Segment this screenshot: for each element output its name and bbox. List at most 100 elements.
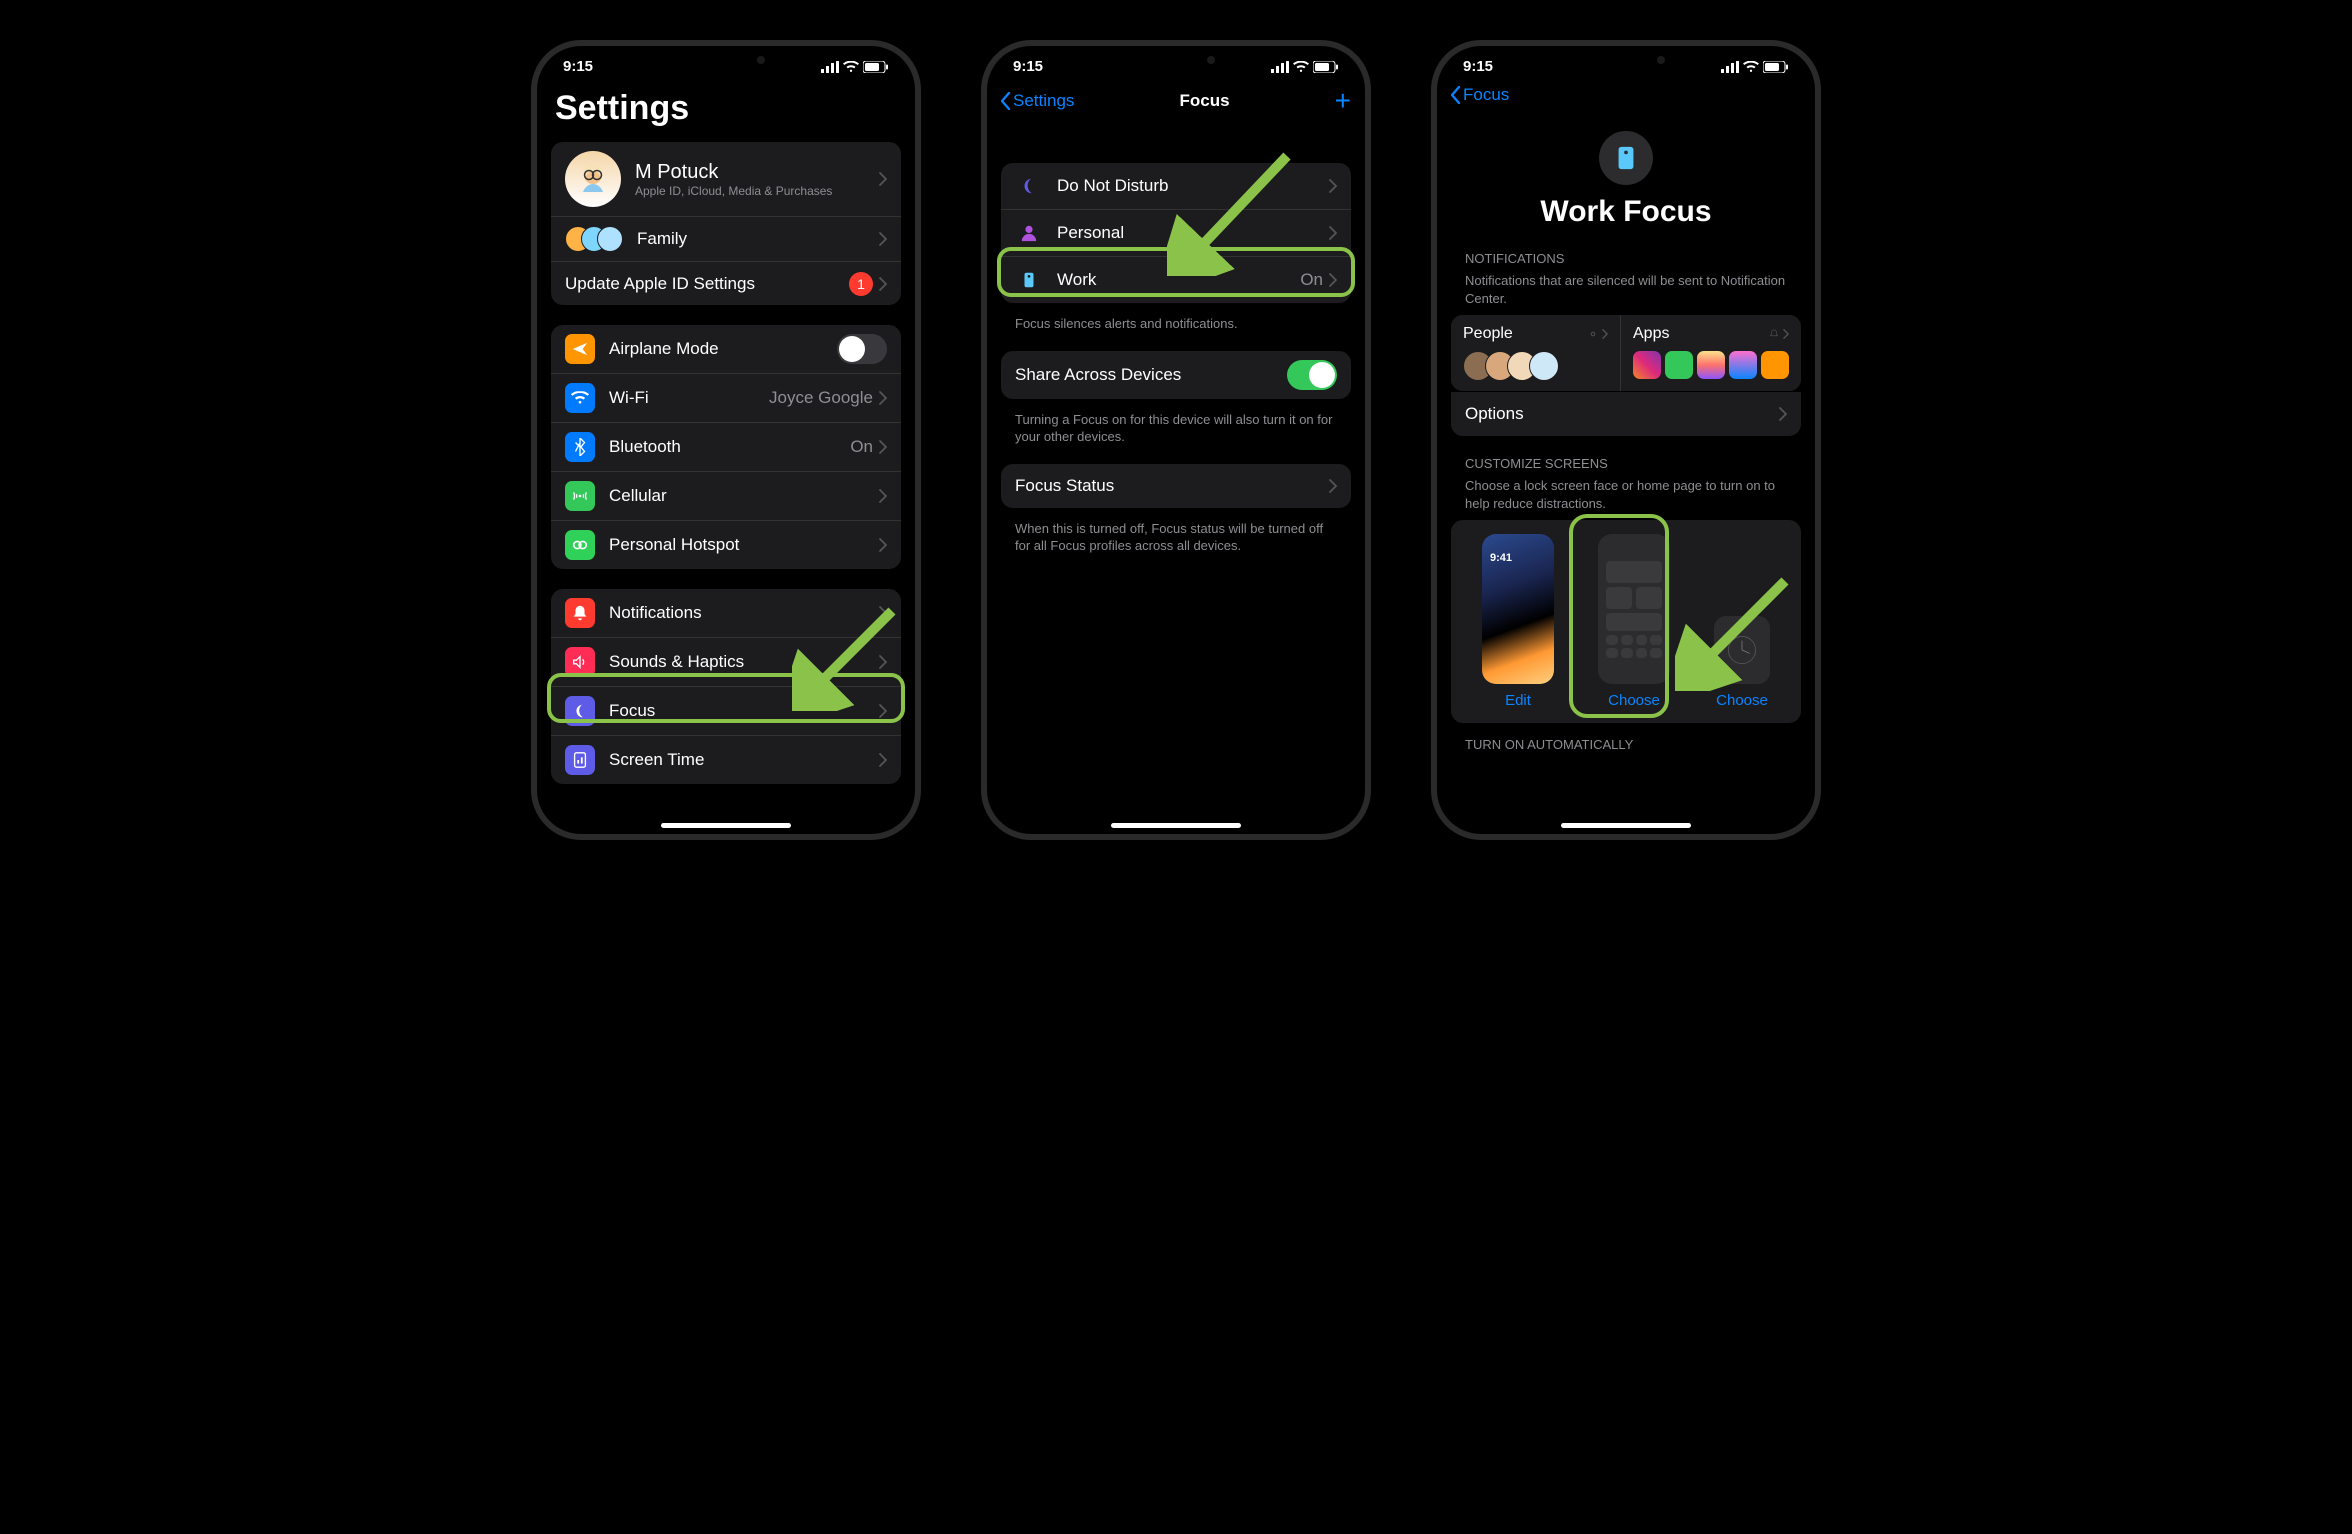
battery-icon: [1313, 61, 1339, 73]
bluetooth-icon: [565, 432, 595, 462]
home-indicator[interactable]: [1111, 823, 1241, 828]
chevron-right-icon: [879, 277, 887, 291]
notch: [1101, 46, 1251, 74]
annotation-arrow: [792, 601, 902, 711]
work-focus-header-icon: [1599, 131, 1653, 185]
notch: [651, 46, 801, 74]
back-label: Settings: [1013, 91, 1074, 111]
choose-watch-label[interactable]: Choose: [1716, 692, 1768, 709]
wifi-value: Joyce Google: [769, 388, 873, 408]
bell-slash-icon: [1768, 328, 1780, 340]
profile-group: M Potuck Apple ID, iCloud, Media & Purch…: [551, 142, 901, 305]
customize-head: CUSTOMIZE SCREENS: [1451, 456, 1801, 477]
chevron-right-icon: [1329, 179, 1337, 193]
chevron-right-icon: [879, 538, 887, 552]
screentime-label: Screen Time: [609, 750, 879, 770]
phone-focus-list: 9:15 Settings Focus + Do Not Disturb: [981, 40, 1371, 840]
back-button[interactable]: Focus: [1451, 85, 1509, 105]
gear-icon: [1587, 328, 1599, 340]
hotspot-label: Personal Hotspot: [609, 535, 879, 555]
airplane-toggle[interactable]: [837, 334, 887, 364]
chevron-right-icon: [1783, 329, 1789, 339]
bluetooth-label: Bluetooth: [609, 437, 850, 457]
airplane-icon: [565, 334, 595, 364]
notifications-icon: [565, 598, 595, 628]
chevron-right-icon: [1779, 407, 1787, 421]
cellular-label: Cellular: [609, 486, 879, 506]
nav-title: Focus: [1180, 91, 1230, 111]
home-screen-preview[interactable]: Choose: [1598, 534, 1670, 709]
lock-time-label: 9:41: [1490, 552, 1512, 564]
people-apps-row: People Apps: [1451, 315, 1801, 391]
hotspot-row[interactable]: Personal Hotspot: [551, 520, 901, 569]
customize-desc: Choose a lock screen face or home page t…: [1451, 477, 1801, 520]
wifi-label: Wi-Fi: [609, 388, 769, 408]
focus-status-row[interactable]: Focus Status: [1001, 464, 1351, 508]
screentime-row[interactable]: Screen Time: [551, 735, 901, 784]
notifications-desc: Notifications that are silenced will be …: [1451, 272, 1801, 315]
battery-icon: [1763, 61, 1789, 73]
family-row[interactable]: Family: [551, 216, 901, 261]
share-group: Share Across Devices: [1001, 351, 1351, 399]
focus-icon: [565, 696, 595, 726]
signal-icon: [821, 61, 839, 73]
share-row[interactable]: Share Across Devices: [1001, 351, 1351, 399]
edit-label[interactable]: Edit: [1505, 692, 1531, 709]
page-title: Settings: [551, 79, 901, 142]
badge-count: 1: [849, 272, 873, 296]
auto-head: TURN ON AUTOMATICALLY: [1451, 737, 1801, 758]
annotation-arrow: [1675, 571, 1795, 691]
family-label: Family: [637, 229, 879, 249]
phone-work-focus: 9:15 Focus Work Focus NOTIFICATIONS Noti…: [1431, 40, 1821, 840]
choose-home-label[interactable]: Choose: [1608, 692, 1660, 709]
share-toggle[interactable]: [1287, 360, 1337, 390]
profile-name: M Potuck: [635, 161, 879, 184]
wifi-settings-icon: [565, 383, 595, 413]
options-group: Options: [1451, 392, 1801, 436]
work-value: On: [1300, 270, 1323, 290]
nav-header: Settings Focus +: [987, 79, 1365, 123]
people-tile[interactable]: People: [1451, 315, 1620, 391]
chevron-right-icon: [1329, 273, 1337, 287]
wifi-icon: [1293, 61, 1309, 73]
apps-tile[interactable]: Apps: [1621, 315, 1801, 391]
share-label: Share Across Devices: [1015, 365, 1287, 385]
apps-label: Apps: [1633, 325, 1669, 343]
home-indicator[interactable]: [1561, 823, 1691, 828]
family-avatars-icon: [565, 226, 623, 252]
airplane-label: Airplane Mode: [609, 339, 837, 359]
profile-row[interactable]: M Potuck Apple ID, iCloud, Media & Purch…: [551, 142, 901, 216]
add-focus-button[interactable]: +: [1335, 85, 1351, 117]
person-icon: [1015, 219, 1043, 247]
badge-icon: [1015, 266, 1043, 294]
options-row[interactable]: Options: [1451, 392, 1801, 436]
moon-icon: [1015, 172, 1043, 200]
modes-footer: Focus silences alerts and notifications.: [1001, 309, 1351, 351]
signal-icon: [1271, 61, 1289, 73]
annotation-arrow: [1167, 146, 1297, 276]
focus-status-group: Focus Status: [1001, 464, 1351, 508]
chevron-right-icon: [879, 391, 887, 405]
back-button[interactable]: Settings: [1001, 91, 1074, 111]
cellular-icon: [565, 481, 595, 511]
chevron-right-icon: [879, 172, 887, 186]
home-indicator[interactable]: [661, 823, 791, 828]
airplane-row[interactable]: Airplane Mode: [551, 325, 901, 373]
cellular-row[interactable]: Cellular: [551, 471, 901, 520]
bluetooth-value: On: [850, 437, 873, 457]
focus-status-label: Focus Status: [1015, 476, 1329, 496]
status-time: 9:15: [1013, 58, 1043, 75]
wifi-row[interactable]: Wi-Fi Joyce Google: [551, 373, 901, 422]
chevron-right-icon: [879, 440, 887, 454]
back-chevron-icon: [1001, 92, 1011, 110]
notifications-head: NOTIFICATIONS: [1451, 251, 1801, 272]
wifi-icon: [843, 61, 859, 73]
sounds-icon: [565, 647, 595, 677]
connectivity-group: Airplane Mode Wi-Fi Joyce Google Bluetoo…: [551, 325, 901, 569]
status-footer: When this is turned off, Focus status wi…: [1001, 514, 1351, 573]
status-time: 9:15: [563, 58, 593, 75]
signal-icon: [1721, 61, 1739, 73]
bluetooth-row[interactable]: Bluetooth On: [551, 422, 901, 471]
update-apple-id-row[interactable]: Update Apple ID Settings 1: [551, 261, 901, 305]
lock-screen-preview[interactable]: 9:41 Edit: [1482, 534, 1554, 709]
